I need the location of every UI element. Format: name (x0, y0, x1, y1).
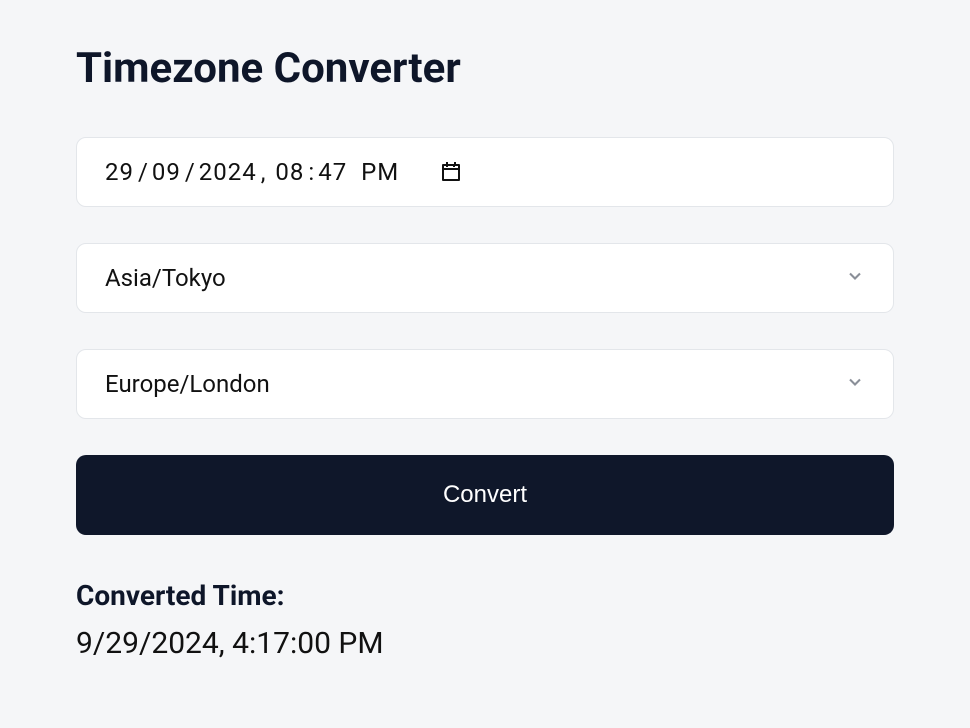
datetime-segments: 29 / 09 / 2024 , 08 : 47 PM (105, 158, 399, 186)
datetime-comma: , (259, 158, 274, 186)
date-separator: / (183, 158, 197, 186)
datetime-minute[interactable]: 47 (318, 158, 347, 186)
to-timezone-value: Europe/London (105, 370, 845, 398)
datetime-month[interactable]: 09 (152, 158, 181, 186)
time-separator: : (306, 158, 316, 186)
datetime-ampm[interactable]: PM (361, 158, 399, 186)
datetime-field: 29 / 09 / 2024 , 08 : 47 PM (76, 137, 894, 207)
to-timezone-field: Europe/London (76, 349, 894, 419)
from-timezone-select[interactable]: Asia/Tokyo (76, 243, 894, 313)
from-timezone-field: Asia/Tokyo (76, 243, 894, 313)
datetime-year[interactable]: 2024 (199, 158, 257, 186)
chevron-down-icon (845, 264, 865, 292)
result-value: 9/29/2024, 4:17:00 PM (76, 626, 894, 661)
result-heading: Converted Time: (76, 579, 894, 612)
calendar-icon[interactable] (439, 160, 463, 184)
date-separator: / (136, 158, 150, 186)
datetime-day[interactable]: 29 (105, 158, 134, 186)
datetime-input[interactable]: 29 / 09 / 2024 , 08 : 47 PM (76, 137, 894, 207)
result-section: Converted Time: 9/29/2024, 4:17:00 PM (76, 579, 894, 661)
chevron-down-icon (845, 370, 865, 398)
convert-button[interactable]: Convert (76, 455, 894, 535)
to-timezone-select[interactable]: Europe/London (76, 349, 894, 419)
ampm-separator (349, 158, 359, 186)
datetime-hour[interactable]: 08 (275, 158, 304, 186)
from-timezone-value: Asia/Tokyo (105, 264, 845, 292)
page-title: Timezone Converter (76, 44, 894, 93)
